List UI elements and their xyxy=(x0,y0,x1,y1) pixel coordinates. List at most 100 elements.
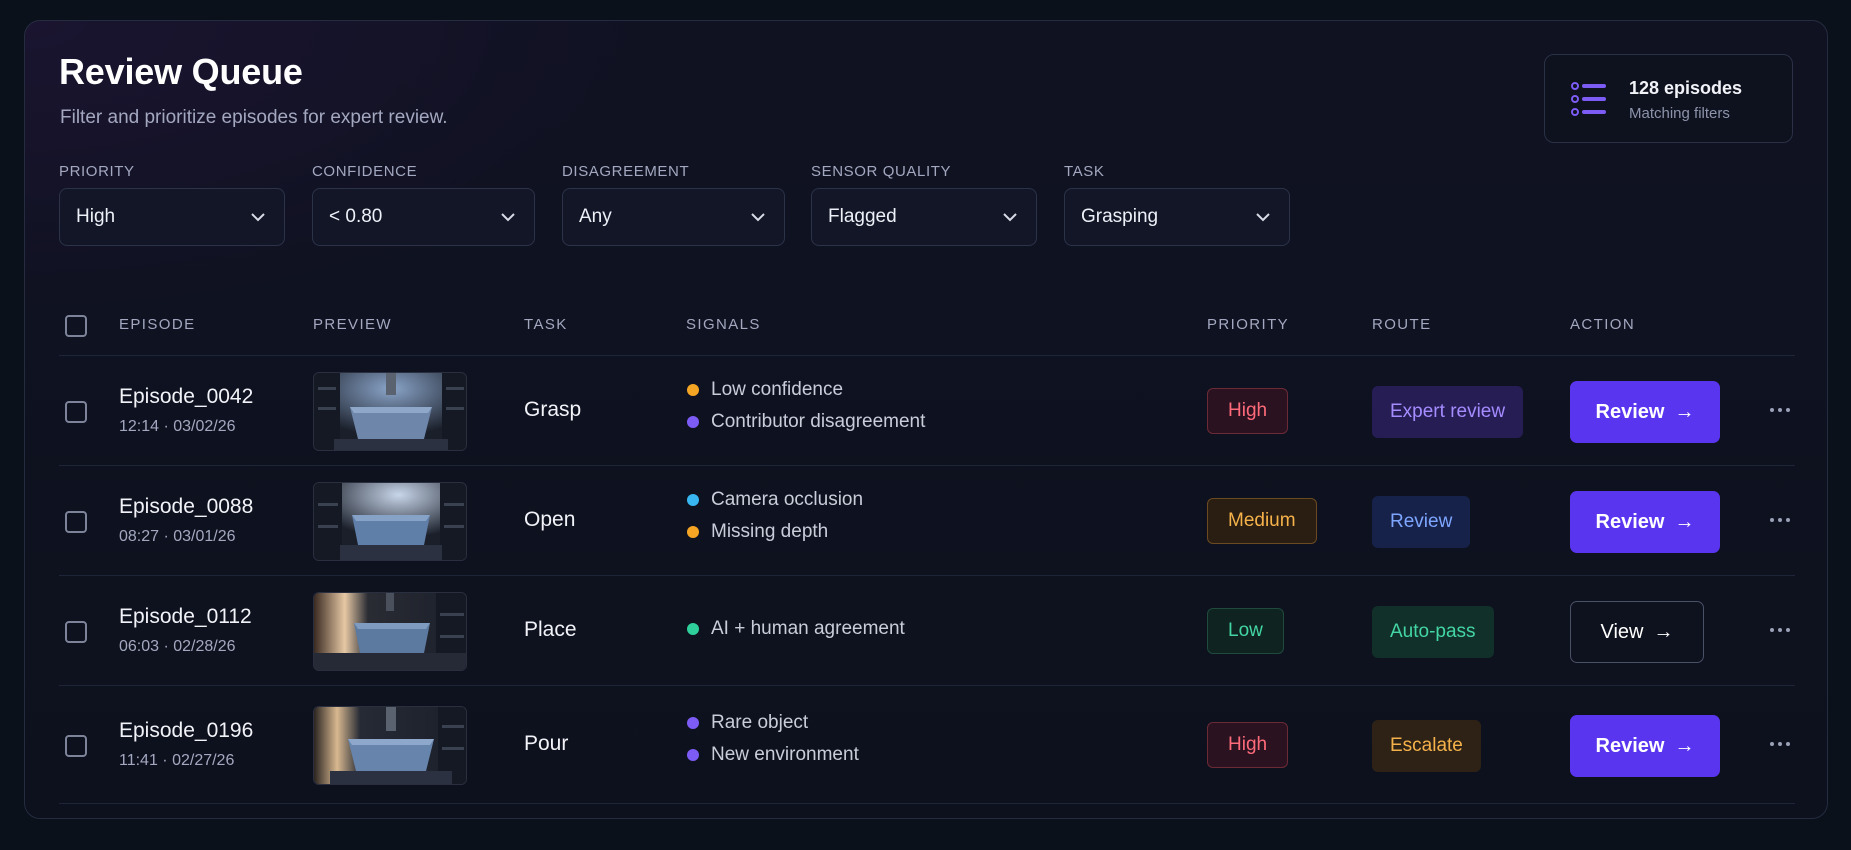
button-label: Review xyxy=(1595,400,1665,423)
task-select[interactable]: Grasping xyxy=(1064,188,1290,246)
signal-dot xyxy=(687,526,699,538)
route-badge: Expert review xyxy=(1372,386,1524,438)
episode-name[interactable]: Episode_0196 xyxy=(119,719,253,743)
signal-item: Low confidence xyxy=(687,379,843,401)
signal-item: Rare object xyxy=(687,712,808,734)
signal-item: Contributor disagreement xyxy=(687,411,925,433)
page-title: Review Queue xyxy=(59,51,303,92)
episode-task: Open xyxy=(524,508,576,531)
episode-timestamp: 06:03 · 02/28/26 xyxy=(119,638,236,655)
episode-task: Grasp xyxy=(524,398,582,421)
table-row[interactable]: Episode_0042 12:14 · 03/02/26 Grasp Low … xyxy=(59,356,1795,466)
episode-count-caption: Matching filters xyxy=(1629,105,1730,122)
episode-preview-thumbnail[interactable] xyxy=(313,482,467,561)
signal-text: Contributor disagreement xyxy=(711,411,926,432)
episode-preview-thumbnail[interactable] xyxy=(313,706,467,785)
signal-text: Rare object xyxy=(711,712,809,733)
priority-badge: High xyxy=(1207,388,1289,434)
filter-priority: PRIORITY High xyxy=(59,163,285,246)
episode-timestamp: 11:41 · 02/27/26 xyxy=(119,752,235,769)
signal-dot xyxy=(687,416,699,428)
confidence-select[interactable]: < 0.80 xyxy=(312,188,535,246)
signal-text: New environment xyxy=(711,744,859,765)
filter-label: CONFIDENCE xyxy=(312,163,418,180)
filter-sensor-quality: SENSOR QUALITY Flagged xyxy=(811,163,1037,246)
arrow-right-icon: → xyxy=(1653,620,1674,643)
review-button[interactable]: Review → xyxy=(1570,491,1720,553)
episode-preview-thumbnail[interactable] xyxy=(313,592,467,671)
signal-dot xyxy=(687,494,699,506)
more-options-icon[interactable] xyxy=(1766,730,1794,758)
episode-count: 128 episodes xyxy=(1629,78,1743,98)
review-button[interactable]: Review → xyxy=(1570,381,1720,443)
review-button[interactable]: Review → xyxy=(1570,715,1720,777)
signal-item: Camera occlusion xyxy=(687,489,863,511)
select-value: Any xyxy=(579,206,612,227)
episode-preview-thumbnail[interactable] xyxy=(313,372,467,451)
page-subtitle: Filter and prioritize episodes for exper… xyxy=(60,107,448,128)
signal-text: Low confidence xyxy=(711,379,844,400)
more-options-icon[interactable] xyxy=(1766,616,1794,644)
route-badge: Auto-pass xyxy=(1372,606,1494,658)
table-row[interactable]: Episode_0112 06:03 · 02/28/26 Place AI +… xyxy=(59,576,1795,686)
signal-dot xyxy=(687,623,699,635)
column-route: ROUTE xyxy=(1372,316,1432,333)
episode-name[interactable]: Episode_0042 xyxy=(119,385,253,409)
episode-task: Place xyxy=(524,618,577,641)
signal-dot xyxy=(687,749,699,761)
filter-task: TASK Grasping xyxy=(1064,163,1290,246)
list-icon xyxy=(1571,82,1606,116)
signal-dot xyxy=(687,384,699,396)
preview-image xyxy=(314,483,466,560)
column-action: ACTION xyxy=(1570,316,1636,333)
filter-label: SENSOR QUALITY xyxy=(811,163,952,180)
select-value: Flagged xyxy=(828,206,897,227)
sensor-quality-select[interactable]: Flagged xyxy=(811,188,1037,246)
row-checkbox[interactable] xyxy=(65,621,87,643)
row-checkbox[interactable] xyxy=(65,511,87,533)
table-row[interactable]: Episode_0088 08:27 · 03/01/26 Open Camer… xyxy=(59,466,1795,576)
table-header: EPISODE PREVIEW TASK SIGNALS PRIORITY RO… xyxy=(59,286,1795,356)
column-episode: EPISODE xyxy=(119,316,196,333)
filter-label: TASK xyxy=(1064,163,1105,180)
episode-name[interactable]: Episode_0112 xyxy=(119,605,252,629)
chevron-down-icon xyxy=(1003,213,1017,222)
filter-confidence: CONFIDENCE < 0.80 xyxy=(312,163,535,246)
table-row[interactable]: Episode_0196 11:41 · 02/27/26 Pour Rare … xyxy=(59,686,1795,804)
filter-label: DISAGREEMENT xyxy=(562,163,690,180)
select-value: Grasping xyxy=(1081,206,1159,227)
select-value: < 0.80 xyxy=(329,206,383,227)
priority-badge: Low xyxy=(1207,608,1284,654)
route-badge: Escalate xyxy=(1372,720,1481,772)
chevron-down-icon xyxy=(501,213,515,222)
row-checkbox[interactable] xyxy=(65,735,87,757)
priority-badge: High xyxy=(1207,722,1289,768)
episode-timestamp: 08:27 · 03/01/26 xyxy=(119,528,236,545)
select-all-checkbox[interactable] xyxy=(65,315,87,337)
view-button[interactable]: View → xyxy=(1570,601,1704,663)
episodes-table: EPISODE PREVIEW TASK SIGNALS PRIORITY RO… xyxy=(59,286,1795,804)
signal-item: New environment xyxy=(687,744,859,766)
button-label: Review xyxy=(1595,510,1665,533)
episode-count-card: 128 episodes Matching filters xyxy=(1544,54,1793,143)
disagreement-select[interactable]: Any xyxy=(562,188,785,246)
more-options-icon[interactable] xyxy=(1766,396,1794,424)
priority-select[interactable]: High xyxy=(59,188,285,246)
preview-image xyxy=(314,373,466,450)
column-signals: SIGNALS xyxy=(686,316,761,333)
row-checkbox[interactable] xyxy=(65,401,87,423)
select-value: High xyxy=(76,206,116,227)
signal-item: AI + human agreement xyxy=(687,618,905,640)
arrow-right-icon: → xyxy=(1674,400,1695,423)
episode-name[interactable]: Episode_0088 xyxy=(119,495,253,519)
column-priority: PRIORITY xyxy=(1207,316,1290,333)
more-options-icon[interactable] xyxy=(1766,506,1794,534)
chevron-down-icon xyxy=(251,213,265,222)
chevron-down-icon xyxy=(1256,213,1270,222)
button-label: Review xyxy=(1595,734,1665,757)
chevron-down-icon xyxy=(751,213,765,222)
button-label: View xyxy=(1600,620,1644,643)
route-badge: Review xyxy=(1372,496,1471,548)
column-task: TASK xyxy=(524,316,568,333)
episode-timestamp: 12:14 · 03/02/26 xyxy=(119,418,236,435)
